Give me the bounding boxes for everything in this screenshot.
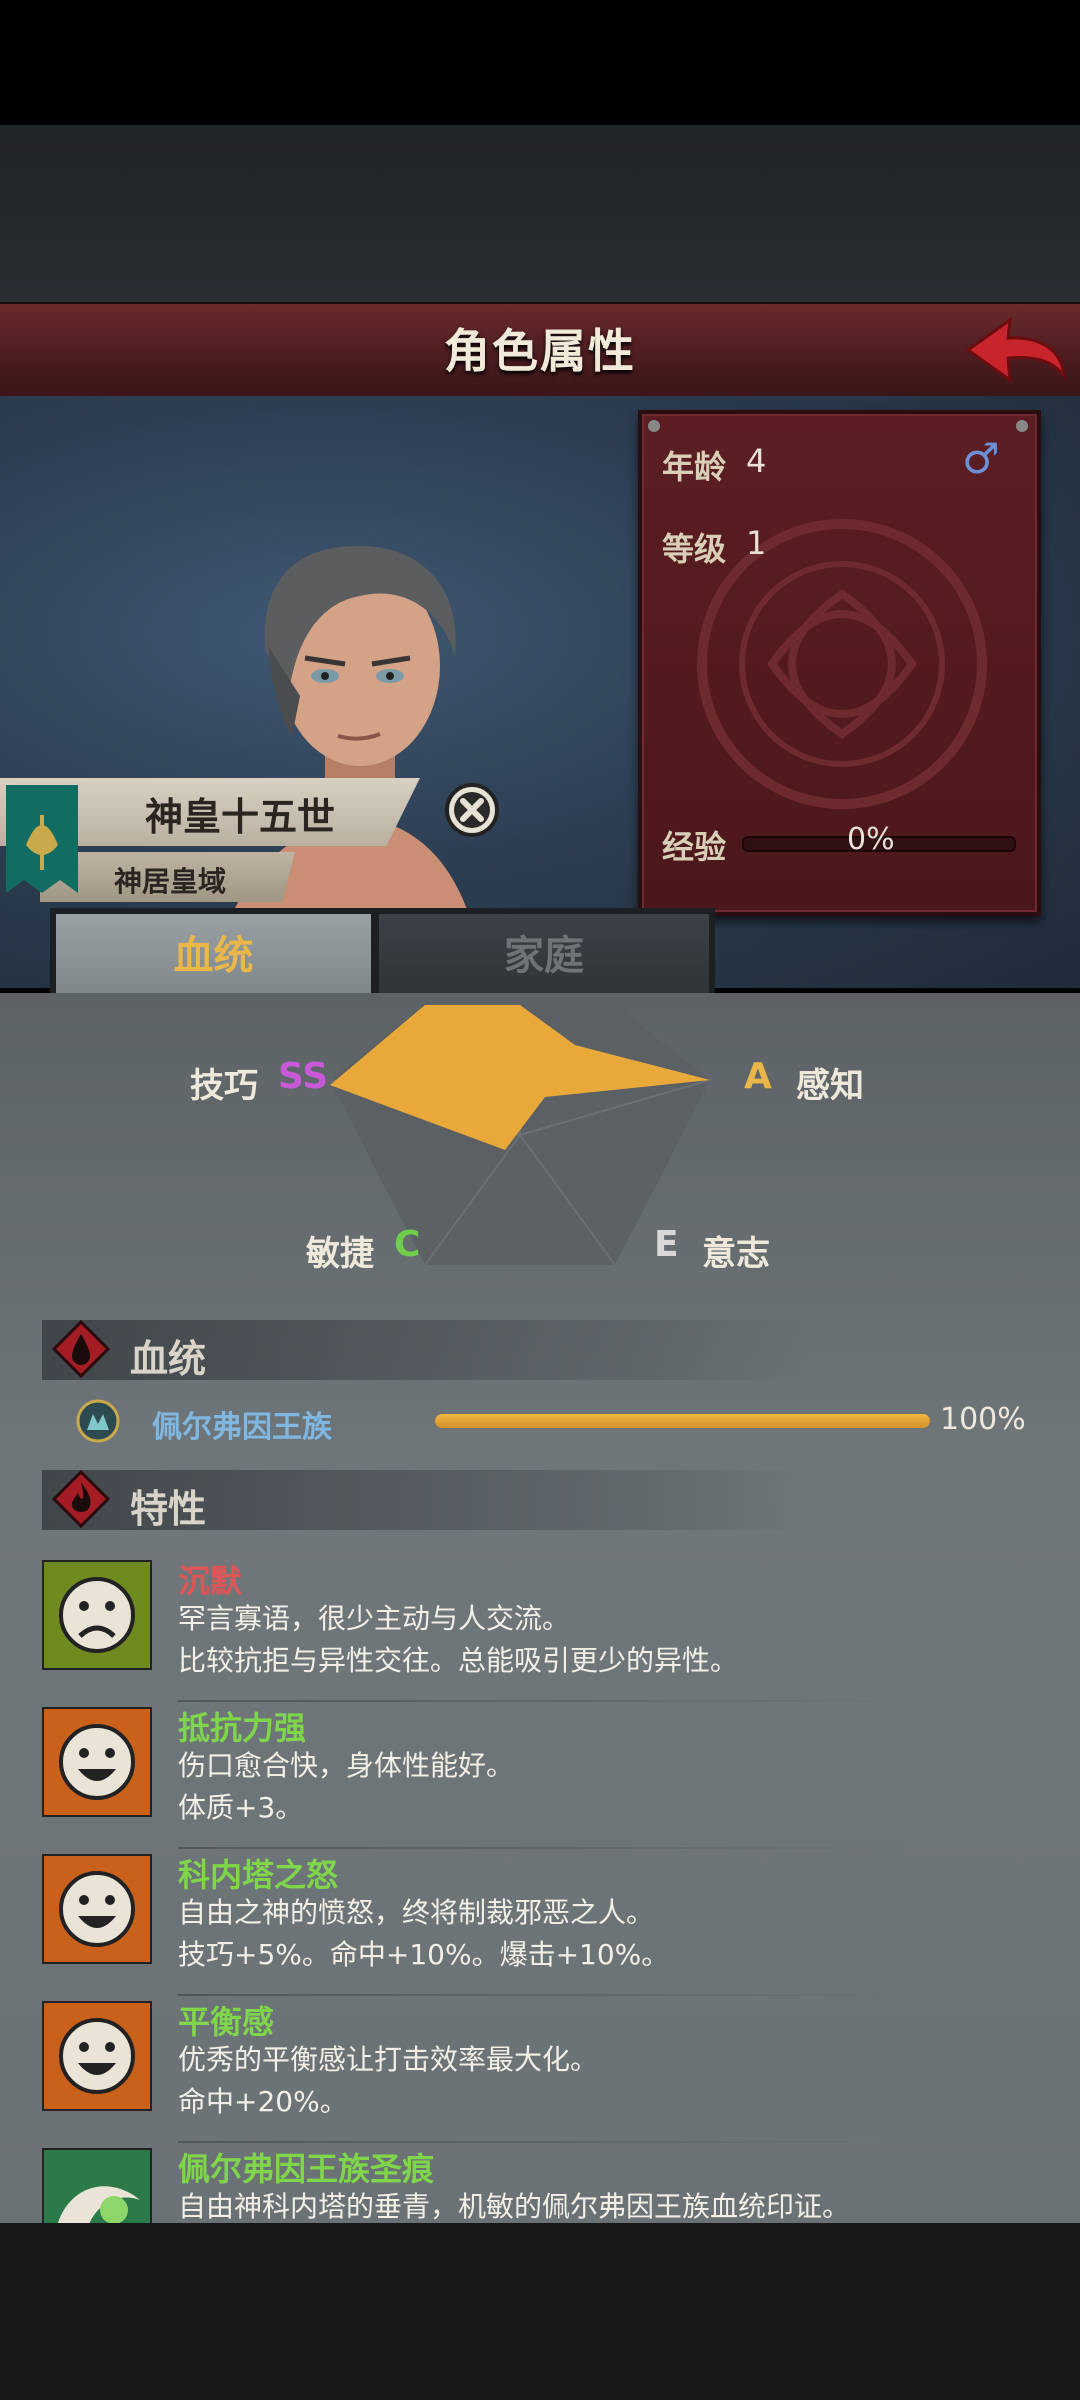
bloodline-percent: 100% — [940, 1402, 1026, 1437]
trait-line-2: 技巧+5%。命中+10%。爆击+10%。 — [178, 1938, 670, 1971]
traits-section-header: 特性 — [42, 1470, 812, 1531]
trait-description: 自由神科内塔的垂青，机敏的佩尔弗因王族血统印证。 — [178, 2186, 850, 2223]
trait-item[interactable]: 科内塔之怒 自由之神的愤怒，终将制裁邪恶之人。 技巧+5%。命中+10%。爆击+… — [42, 1854, 1052, 2000]
trait-line-1: 罕言寡语，很少主动与人交流。 — [178, 1602, 571, 1635]
trait-line-2: 体质+3。 — [178, 1791, 304, 1824]
trait-line-1: 自由神科内塔的垂青，机敏的佩尔弗因王族血统印证。 — [178, 2190, 851, 2223]
stat-agility-label: 敏捷 — [306, 1234, 374, 1274]
trait-item[interactable]: 抵抗力强 伤口愈合快，身体性能好。 体质+3。 — [42, 1707, 1052, 1853]
level-label: 等级 — [662, 530, 727, 568]
page-title: 角色属性 — [444, 324, 636, 378]
trait-item[interactable]: 沉默 罕言寡语，很少主动与人交流。 比较抗拒与异性交往。总能吸引更少的异性。 — [42, 1560, 1052, 1706]
trait-name: 科内塔之怒 — [178, 1856, 339, 1894]
close-icon[interactable] — [444, 782, 500, 838]
happy-face-icon — [42, 1854, 152, 1964]
trait-line-1: 伤口愈合快，身体性能好。 — [178, 1749, 515, 1782]
traits-section-title: 特性 — [130, 1487, 207, 1531]
holy-mark-icon — [42, 2148, 152, 2223]
level-value: 1 — [746, 524, 767, 562]
divider — [178, 1700, 918, 1702]
trait-description: 优秀的平衡感让打击效率最大化。 命中+20%。 — [178, 2039, 598, 2123]
age-label: 年龄 — [662, 448, 727, 486]
header-background — [0, 125, 1080, 305]
stat-skill-grade: SS — [278, 1056, 329, 1097]
trait-name: 佩尔弗因王族圣痕 — [178, 2150, 435, 2188]
exp-value: 0% — [847, 822, 895, 857]
fire-icon — [52, 1470, 110, 1528]
trait-line-2: 比较抗拒与异性交往。总能吸引更少的异性。 — [178, 1644, 739, 1677]
stat-skill-label: 技巧 — [190, 1066, 258, 1106]
bloodline-section-title: 血统 — [130, 1337, 207, 1381]
male-gender-icon: ♂ — [962, 434, 1000, 483]
happy-face-icon — [42, 1707, 152, 1817]
character-info-panel: 年龄 4 ♂ 等级 1 经验 0% — [638, 410, 1041, 916]
divider — [178, 2141, 918, 2143]
trait-name: 抵抗力强 — [178, 1709, 307, 1747]
trait-line-1: 优秀的平衡感让打击效率最大化。 — [178, 2043, 599, 2076]
tab-bloodline[interactable]: 血统 — [50, 908, 377, 1004]
bloodline-section-header: 血统 — [42, 1320, 812, 1381]
status-bar-area — [0, 0, 1080, 125]
tab-family[interactable]: 家庭 — [373, 908, 715, 1004]
age-value: 4 — [746, 442, 767, 480]
happy-face-icon — [42, 2001, 152, 2111]
stat-will-grade: E — [654, 1224, 679, 1265]
trait-name: 沉默 — [178, 1562, 243, 1600]
divider — [178, 1847, 918, 1849]
blood-drop-icon — [52, 1320, 110, 1378]
back-arrow-icon[interactable] — [960, 314, 1070, 388]
trait-item[interactable]: 平衡感 优秀的平衡感让打击效率最大化。 命中+20%。 — [42, 2001, 1052, 2147]
trait-item[interactable]: 佩尔弗因王族圣痕 自由神科内塔的垂青，机敏的佩尔弗因王族血统印证。 — [42, 2148, 1052, 2223]
trait-line-1: 自由之神的愤怒，终将制裁邪恶之人。 — [178, 1896, 655, 1929]
exp-label: 经验 — [662, 828, 727, 866]
character-name: 神皇十五世 — [144, 795, 335, 839]
stat-agility-grade: C — [394, 1224, 421, 1265]
family-flag-icon — [6, 785, 78, 893]
trait-description: 自由之神的愤怒，终将制裁邪恶之人。 技巧+5%。命中+10%。爆击+10%。 — [178, 1892, 669, 1976]
trait-name: 平衡感 — [178, 2003, 275, 2041]
royal-crest-icon — [76, 1399, 120, 1443]
trait-line-2: 命中+20%。 — [178, 2085, 348, 2118]
crest-icon — [26, 815, 58, 870]
tab-bar: 血统 家庭 — [0, 908, 1080, 1004]
divider — [178, 1994, 918, 1996]
stat-will-label: 意志 — [702, 1234, 770, 1274]
region-banner: 神居皇域 — [40, 852, 295, 902]
bloodline-bar-fill — [435, 1414, 930, 1428]
trait-description: 伤口愈合快，身体性能好。 体质+3。 — [178, 1745, 514, 1829]
bloodline-bar — [435, 1414, 930, 1428]
region-name: 神居皇域 — [113, 865, 226, 898]
bloodline-name: 佩尔弗因王族 — [152, 1410, 332, 1445]
stat-perception-label: 感知 — [796, 1066, 864, 1106]
bottom-area — [0, 2223, 1080, 2400]
trait-description: 罕言寡语，很少主动与人交流。 比较抗拒与异性交往。总能吸引更少的异性。 — [178, 1598, 738, 1682]
title-bar: 角色属性 — [0, 302, 1080, 401]
stat-perception-grade: A — [744, 1056, 772, 1097]
sad-face-icon — [42, 1560, 152, 1670]
